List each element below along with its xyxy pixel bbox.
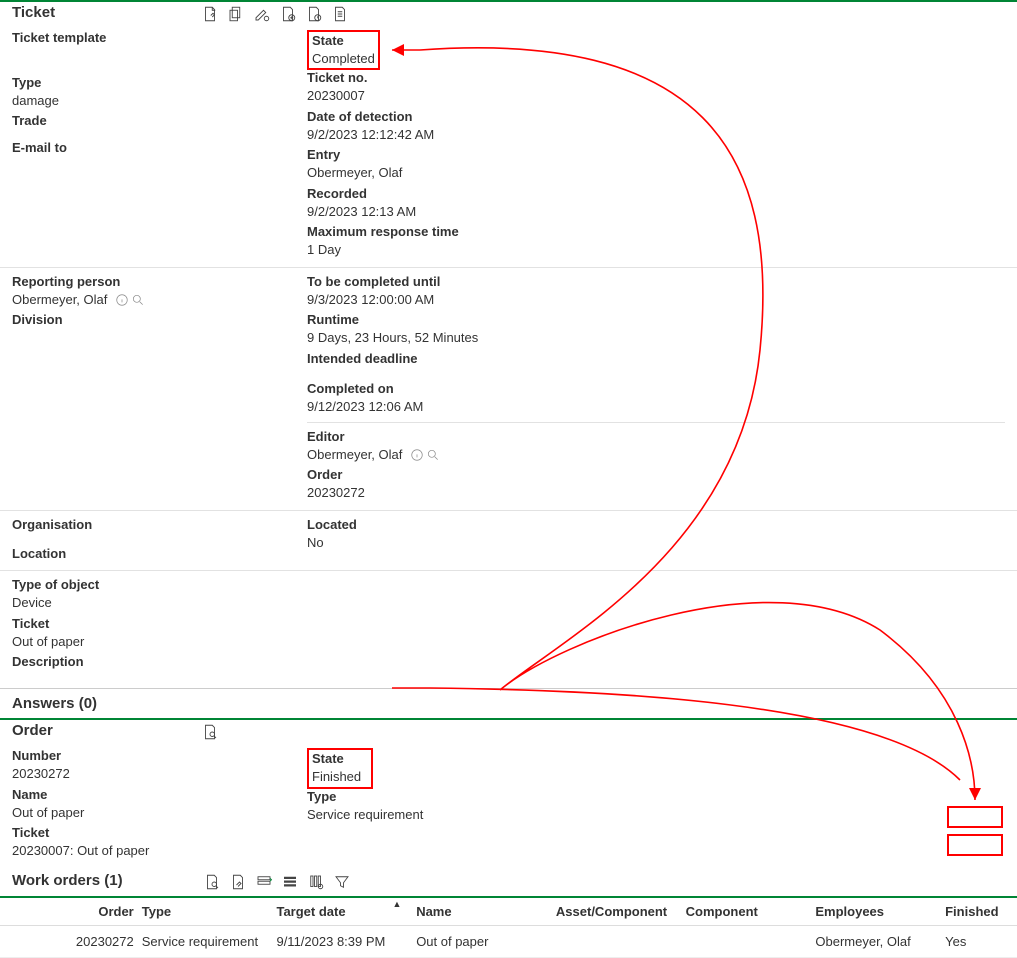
- recorded-label: Recorded: [307, 186, 1005, 203]
- order-section-title: Order: [0, 722, 200, 739]
- type-value: damage: [12, 92, 307, 110]
- reporting-value: Obermeyer, Olaf: [12, 292, 107, 307]
- row-employees: Obermeyer, Olaf: [815, 934, 945, 949]
- col-employees[interactable]: Employees: [815, 904, 945, 919]
- row-type: Service requirement: [142, 934, 277, 949]
- document-new-icon[interactable]: [200, 4, 220, 24]
- view-tiles-icon[interactable]: [254, 872, 274, 892]
- organisation-label: Organisation: [12, 517, 307, 534]
- search-icon[interactable]: [131, 293, 145, 307]
- workorders-section-title: Work orders (1): [12, 872, 202, 889]
- workorders-header-row: Order Type Target date▲ Name Asset/Compo…: [0, 898, 1017, 926]
- row-asset: [556, 934, 686, 949]
- entry-label: Entry: [307, 147, 1005, 164]
- trade-label: Trade: [12, 113, 307, 130]
- info-icon[interactable]: [410, 448, 424, 462]
- document-time-icon[interactable]: [304, 4, 324, 24]
- located-label: Located: [307, 517, 1005, 534]
- maxresp-label: Maximum response time: [307, 224, 1005, 241]
- order-type-value: Service requirement: [307, 806, 1005, 824]
- row-finished: Yes: [945, 934, 1005, 949]
- col-component[interactable]: Component: [686, 904, 816, 919]
- row-name: Out of paper: [416, 934, 556, 949]
- row-order: 20230272: [12, 934, 142, 949]
- order-number-label: Number: [12, 748, 307, 765]
- order-type-label: Type: [307, 789, 1005, 806]
- document-icon[interactable]: [330, 4, 350, 24]
- email-label: E-mail to: [12, 140, 307, 157]
- order-label: Order: [307, 467, 1005, 484]
- detection-value: 9/2/2023 12:12:42 AM: [307, 126, 1005, 144]
- ticket-label: Ticket: [12, 616, 1005, 633]
- order-ticket-value: 20230007: Out of paper: [12, 842, 307, 860]
- description-label: Description: [12, 654, 1005, 671]
- order-state-label: State: [312, 751, 368, 768]
- ticket-template-label: Ticket template: [12, 30, 307, 47]
- completed-value: 9/12/2023 12:06 AM: [307, 398, 1005, 416]
- filter-icon[interactable]: [332, 872, 352, 892]
- table-row[interactable]: 20230272 Service requirement 9/11/2023 8…: [0, 926, 1017, 958]
- document-search-icon[interactable]: [202, 872, 222, 892]
- order-value: 20230272: [307, 484, 1005, 502]
- state-label: State: [312, 33, 375, 50]
- editor-label: Editor: [307, 429, 1005, 446]
- order-ticket-label: Ticket: [12, 825, 307, 842]
- state-highlight-order: State Finished: [307, 748, 373, 788]
- completed-label: Completed on: [307, 381, 1005, 398]
- ticketno-value: 20230007: [307, 87, 1005, 105]
- entry-value: Obermeyer, Olaf: [307, 164, 1005, 182]
- document-search-icon[interactable]: [200, 722, 220, 742]
- state-highlight-ticket: State Completed: [307, 30, 380, 70]
- document-edit-icon[interactable]: [228, 872, 248, 892]
- row-target: 9/11/2023 8:39 PM: [276, 934, 416, 949]
- ticket-toolbar: [200, 4, 350, 24]
- view-list-icon[interactable]: [280, 872, 300, 892]
- object-label: Type of object: [12, 577, 1005, 594]
- division-label: Division: [12, 312, 307, 329]
- col-type[interactable]: Type: [142, 904, 277, 919]
- order-state-value: Finished: [312, 768, 368, 786]
- order-name-label: Name: [12, 787, 307, 804]
- recorded-value: 9/2/2023 12:13 AM: [307, 203, 1005, 221]
- runtime-label: Runtime: [307, 312, 1005, 329]
- order-number-value: 20230272: [12, 765, 307, 783]
- col-name[interactable]: Name: [416, 904, 556, 919]
- intended-label: Intended deadline: [307, 351, 1005, 368]
- document-add-icon[interactable]: [278, 4, 298, 24]
- location-label: Location: [12, 546, 307, 563]
- located-value: No: [307, 534, 1005, 552]
- editor-value: Obermeyer, Olaf: [307, 447, 402, 462]
- reporting-label: Reporting person: [12, 274, 307, 291]
- type-label: Type: [12, 75, 307, 92]
- col-asset[interactable]: Asset/Component: [556, 904, 686, 919]
- sort-asc-icon: ▲: [392, 900, 401, 909]
- detection-label: Date of detection: [307, 109, 1005, 126]
- info-icon[interactable]: [115, 293, 129, 307]
- row-component: [686, 934, 816, 949]
- runtime-value: 9 Days, 23 Hours, 52 Minutes: [307, 329, 1005, 347]
- answers-section-title: Answers (0): [0, 688, 1017, 720]
- ticket-section-title: Ticket: [0, 4, 200, 21]
- columns-icon[interactable]: [306, 872, 326, 892]
- col-order[interactable]: Order: [12, 904, 142, 919]
- edit-icon[interactable]: [252, 4, 272, 24]
- search-icon[interactable]: [426, 448, 440, 462]
- ticket-value: Out of paper: [12, 633, 1005, 651]
- tobe-label: To be completed until: [307, 274, 1005, 291]
- col-target[interactable]: Target date▲: [276, 904, 416, 919]
- copy-icon[interactable]: [226, 4, 246, 24]
- object-value: Device: [12, 594, 1005, 612]
- ticketno-label: Ticket no.: [307, 70, 1005, 87]
- state-value: Completed: [312, 50, 375, 68]
- maxresp-value: 1 Day: [307, 241, 1005, 259]
- col-finished[interactable]: Finished: [945, 904, 1005, 919]
- tobe-value: 9/3/2023 12:00:00 AM: [307, 291, 1005, 309]
- order-name-value: Out of paper: [12, 804, 307, 822]
